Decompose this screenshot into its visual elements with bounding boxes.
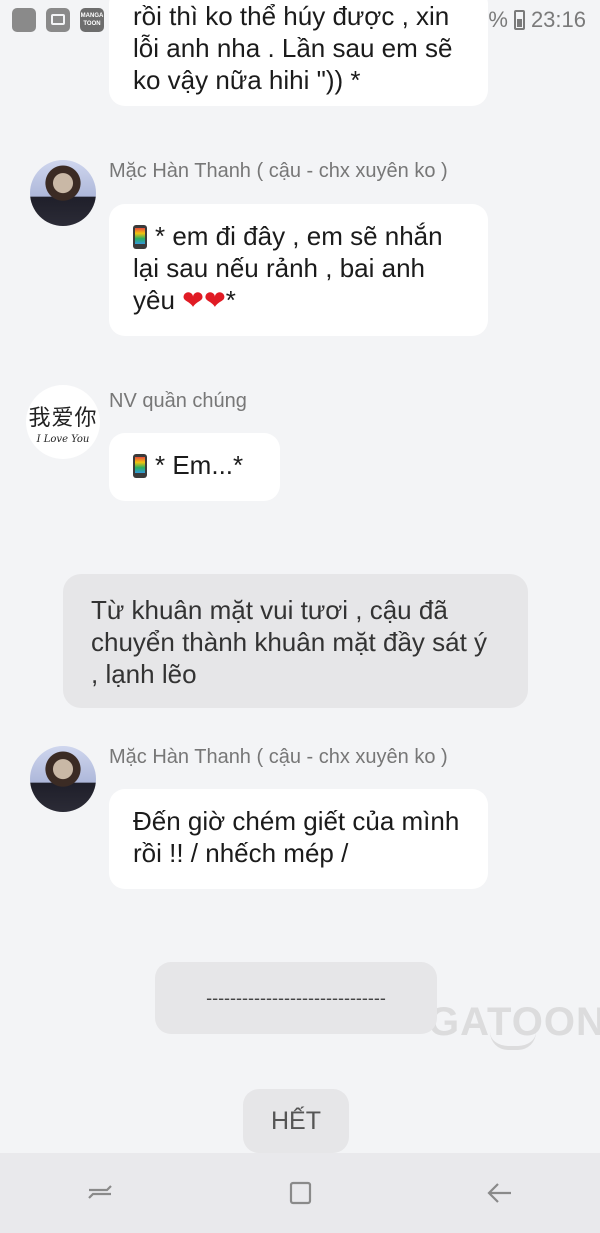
divider-text: ------------------------------ <box>206 987 386 1008</box>
avatar-text: 我爱你 <box>28 405 98 431</box>
recent-apps-icon <box>88 1185 112 1199</box>
message-bubble: * Em...* <box>109 433 280 501</box>
home-button[interactable] <box>270 1163 330 1223</box>
back-button[interactable] <box>470 1163 530 1223</box>
heart-icon: ❤❤ <box>182 285 226 315</box>
narration-box: Từ khuân mặt vui tươi , cậu đã chuyển th… <box>63 574 528 708</box>
message-bubble: Đến giờ chém giết của mình rồi !! / nhếc… <box>109 789 488 889</box>
mangatoon-icon: MANGA TOON <box>80 8 104 32</box>
navigation-bar <box>0 1153 600 1233</box>
back-icon <box>487 1183 511 1203</box>
message-text: rồi thì ko thể húy được , xin lỗi anh nh… <box>133 1 453 95</box>
watermark-smile <box>490 1032 536 1050</box>
avatar-mac-han-thanh[interactable] <box>30 746 96 812</box>
message-bubble: * em đi đây , em sẽ nhắn lại sau nếu rản… <box>109 204 488 336</box>
message-text-end: * <box>225 285 236 315</box>
message-bubble: rồi thì ko thể húy được , xin lỗi anh nh… <box>109 0 488 106</box>
phone-icon <box>133 225 147 249</box>
clock: 23:16 <box>530 7 586 32</box>
divider-box: ------------------------------ <box>155 962 437 1034</box>
narration-text: Từ khuân mặt vui tươi , cậu đã chuyển th… <box>91 595 488 689</box>
character-name: NV quần chúng <box>109 390 247 412</box>
message-text: Đến giờ chém giết của mình rồi !! / nhếc… <box>133 806 460 868</box>
home-icon <box>289 1181 312 1205</box>
message-text: * em đi đây , em sẽ nhắn lại sau nếu rản… <box>133 221 443 315</box>
message-text: * Em...* <box>155 450 244 480</box>
avatar-subtext: I Love You <box>36 433 90 445</box>
avatar-nv-quan-chung[interactable]: 我爱你 I Love You <box>26 385 100 459</box>
recent-apps-button[interactable] <box>70 1163 130 1223</box>
character-name: Mặc Hàn Thanh ( cậu - chx xuyên ko ) <box>109 746 448 768</box>
end-label-box: HẾT <box>243 1089 349 1153</box>
notification-icons: MANGA TOON <box>12 8 104 32</box>
gallery-icon <box>46 8 70 32</box>
character-name: Mặc Hàn Thanh ( cậu - chx xuyên ko ) <box>109 160 448 182</box>
end-label: HẾT <box>271 1106 321 1135</box>
phone-icon <box>133 454 147 478</box>
app-notification-icon <box>12 8 36 32</box>
battery-icon <box>513 10 525 30</box>
avatar-mac-han-thanh[interactable] <box>30 160 96 226</box>
